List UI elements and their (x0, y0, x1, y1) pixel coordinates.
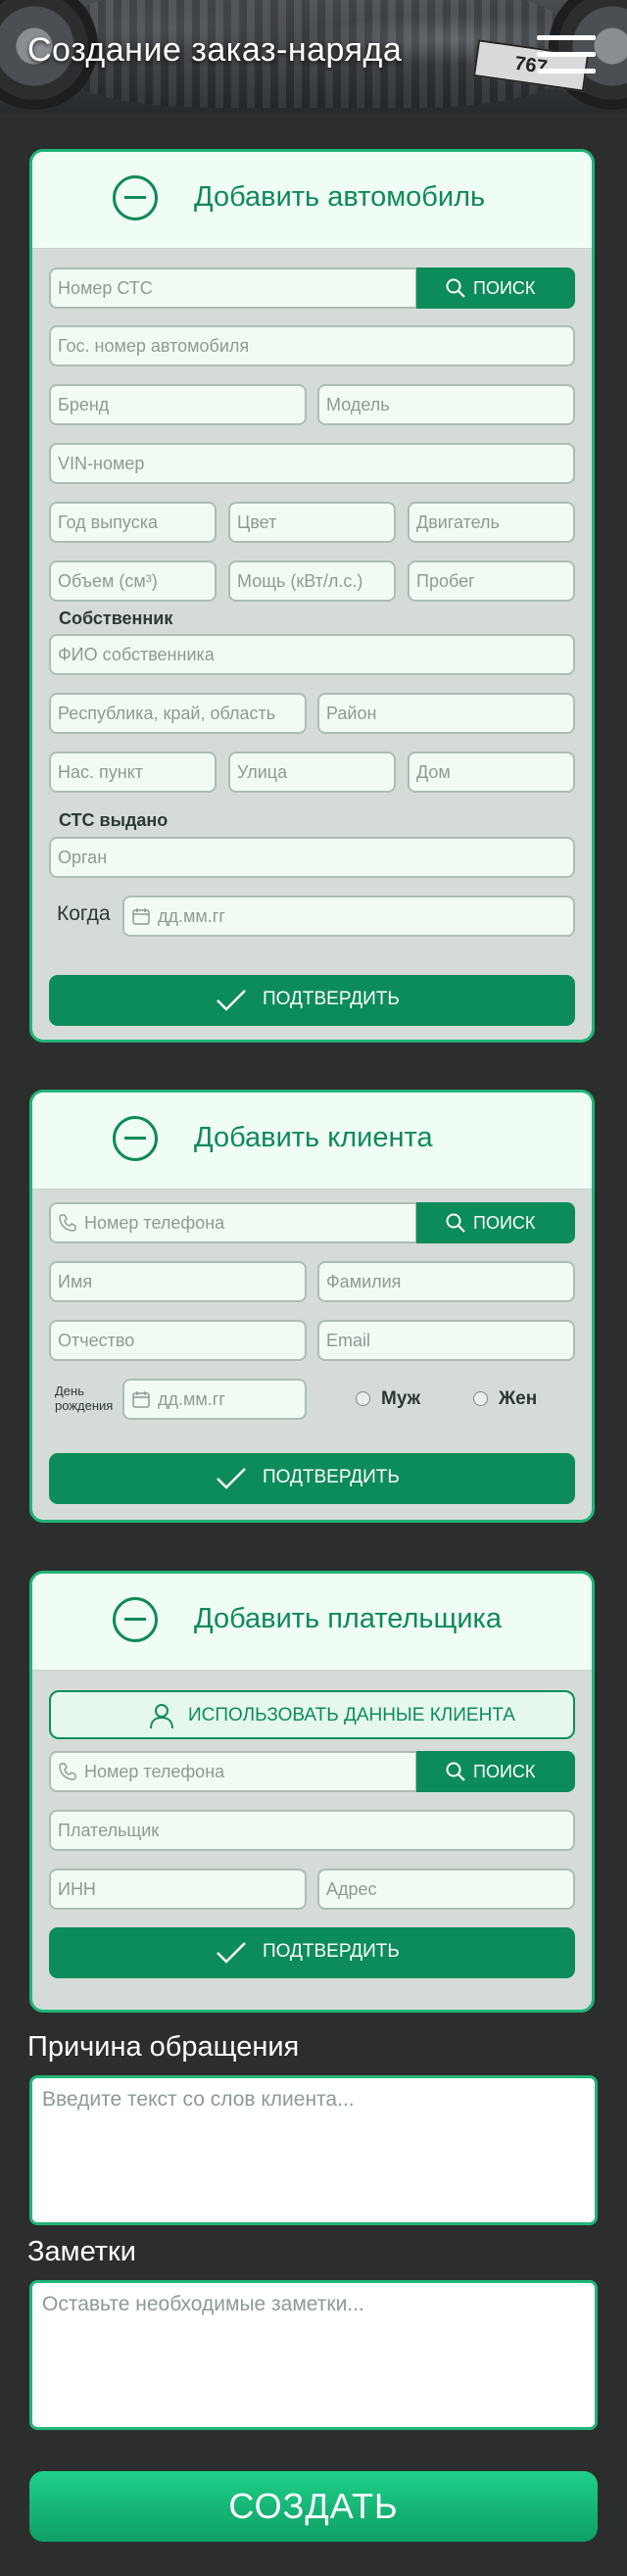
use-client-data-button[interactable]: ИСПОЛЬЗОВАТЬ ДАННЫЕ КЛИЕНТА (49, 1690, 575, 1739)
collapse-icon[interactable] (113, 175, 158, 220)
vehicle-card: Добавить автомобиль Номер СТС ПОИСК Гос.… (29, 149, 595, 1043)
client-card-title: Добавить клиента (194, 1122, 433, 1153)
reason-title: Причина обращения (27, 2031, 300, 2063)
payer-card-header[interactable]: Добавить плательщика (32, 1574, 592, 1671)
color-input[interactable]: Цвет (228, 502, 396, 543)
brand-input[interactable]: Бренд (49, 384, 307, 425)
birthday-label: День рождения (55, 1384, 114, 1413)
payer-card: Добавить плательщика ИСПОЛЬЗОВАТЬ ДАННЫЕ… (29, 1571, 595, 2013)
client-card: Добавить клиента Номер телефона ПОИСК Им… (29, 1090, 595, 1523)
notes-textarea[interactable]: Оставьте необходимые заметки... (29, 2280, 598, 2430)
first-name-input[interactable]: Имя (49, 1261, 307, 1302)
district-input[interactable]: Район (317, 693, 575, 734)
calendar-icon (132, 1391, 150, 1408)
email-input[interactable]: Email (317, 1320, 575, 1361)
vehicle-confirm-button[interactable]: ПОДТВЕРДИТЬ (49, 975, 575, 1026)
gender-male-label: Муж (381, 1388, 421, 1409)
engine-input[interactable]: Двигатель (408, 502, 575, 543)
search-icon (446, 278, 465, 298)
street-input[interactable]: Улица (228, 752, 396, 793)
sts-number-input[interactable]: Номер СТС (49, 267, 417, 309)
region-input[interactable]: Республика, край, область (49, 693, 307, 734)
locality-input[interactable]: Нас. пункт (49, 752, 217, 793)
power-input[interactable]: Мощь (кВт/л.с.) (228, 560, 396, 602)
house-input[interactable]: Дом (408, 752, 575, 793)
sts-date-input[interactable]: дд.мм.гг (122, 896, 575, 937)
radio-dot (473, 1391, 488, 1406)
payer-card-title: Добавить плательщика (194, 1603, 503, 1634)
client-card-header[interactable]: Добавить клиента (32, 1093, 592, 1190)
sts-issued-label: СТС выдано (59, 810, 169, 830)
vehicle-card-title: Добавить автомобиль (194, 181, 486, 213)
plate-number-input[interactable]: Гос. номер автомобиля (49, 325, 575, 366)
check-icon (217, 990, 246, 1011)
birthday-input[interactable]: дд.мм.гг (122, 1379, 307, 1420)
phone-icon (59, 1763, 76, 1780)
phone-icon (59, 1214, 76, 1232)
vehicle-search-button[interactable]: ПОИСК (416, 267, 575, 309)
phone-placeholder: Номер телефона (84, 1762, 225, 1781)
confirm-label: ПОДТВЕРДИТЬ (263, 989, 400, 1009)
calendar-icon (132, 908, 150, 925)
inn-input[interactable]: ИНН (49, 1869, 307, 1910)
client-phone-input[interactable]: Номер телефона (49, 1202, 417, 1243)
confirm-label: ПОДТВЕРДИТЬ (263, 1467, 400, 1487)
reason-textarea[interactable]: Введите текст со слов клиента... (29, 2075, 598, 2225)
date-placeholder: дд.мм.гг (158, 906, 225, 926)
owner-name-input[interactable]: ФИО собственника (49, 634, 575, 675)
vin-input[interactable]: VIN-номер (49, 443, 575, 484)
patronymic-input[interactable]: Отчество (49, 1320, 307, 1361)
when-label: Когда (57, 902, 111, 925)
user-icon (150, 1704, 173, 1729)
payer-phone-input[interactable]: Номер телефона (49, 1751, 417, 1792)
search-label: ПОИСК (473, 1213, 536, 1233)
notes-title: Заметки (27, 2236, 136, 2267)
model-input[interactable]: Модель (317, 384, 575, 425)
confirm-label: ПОДТВЕРДИТЬ (263, 1941, 400, 1962)
check-icon (217, 1468, 246, 1489)
use-client-data-label: ИСПОЛЬЗОВАТЬ ДАННЫЕ КЛИЕНТА (188, 1705, 515, 1725)
create-button[interactable]: СОЗДАТЬ (29, 2471, 598, 2542)
menu-icon[interactable] (537, 35, 596, 74)
search-label: ПОИСК (473, 1762, 536, 1781)
payer-search-button[interactable]: ПОИСК (416, 1751, 575, 1792)
check-icon (217, 1942, 246, 1964)
payer-confirm-button[interactable]: ПОДТВЕРДИТЬ (49, 1927, 575, 1978)
client-search-button[interactable]: ПОИСК (416, 1202, 575, 1243)
mileage-input[interactable]: Пробег (408, 560, 575, 602)
gender-female-radio[interactable]: Жен (473, 1388, 552, 1410)
payer-name-input[interactable]: Плательщик (49, 1810, 575, 1851)
header-banner: 767 Создание заказ-наряда (0, 0, 627, 113)
radio-dot (356, 1391, 370, 1406)
vehicle-card-header[interactable]: Добавить автомобиль (32, 152, 592, 249)
authority-input[interactable]: Орган (49, 837, 575, 878)
collapse-icon[interactable] (113, 1597, 158, 1642)
gender-female-label: Жен (499, 1388, 538, 1409)
phone-placeholder: Номер телефона (84, 1213, 225, 1233)
address-input[interactable]: Адрес (317, 1869, 575, 1910)
search-icon (446, 1213, 465, 1233)
page-title: Создание заказ-наряда (27, 31, 403, 69)
last-name-input[interactable]: Фамилия (317, 1261, 575, 1302)
collapse-icon[interactable] (113, 1116, 158, 1161)
volume-input[interactable]: Объем (см³) (49, 560, 217, 602)
client-confirm-button[interactable]: ПОДТВЕРДИТЬ (49, 1453, 575, 1504)
date-placeholder: дд.мм.гг (158, 1389, 225, 1409)
year-input[interactable]: Год выпуска (49, 502, 217, 543)
search-icon (446, 1762, 465, 1781)
gender-male-radio[interactable]: Муж (356, 1388, 434, 1410)
owner-label: Собственник (59, 608, 173, 628)
search-label: ПОИСК (473, 278, 536, 298)
